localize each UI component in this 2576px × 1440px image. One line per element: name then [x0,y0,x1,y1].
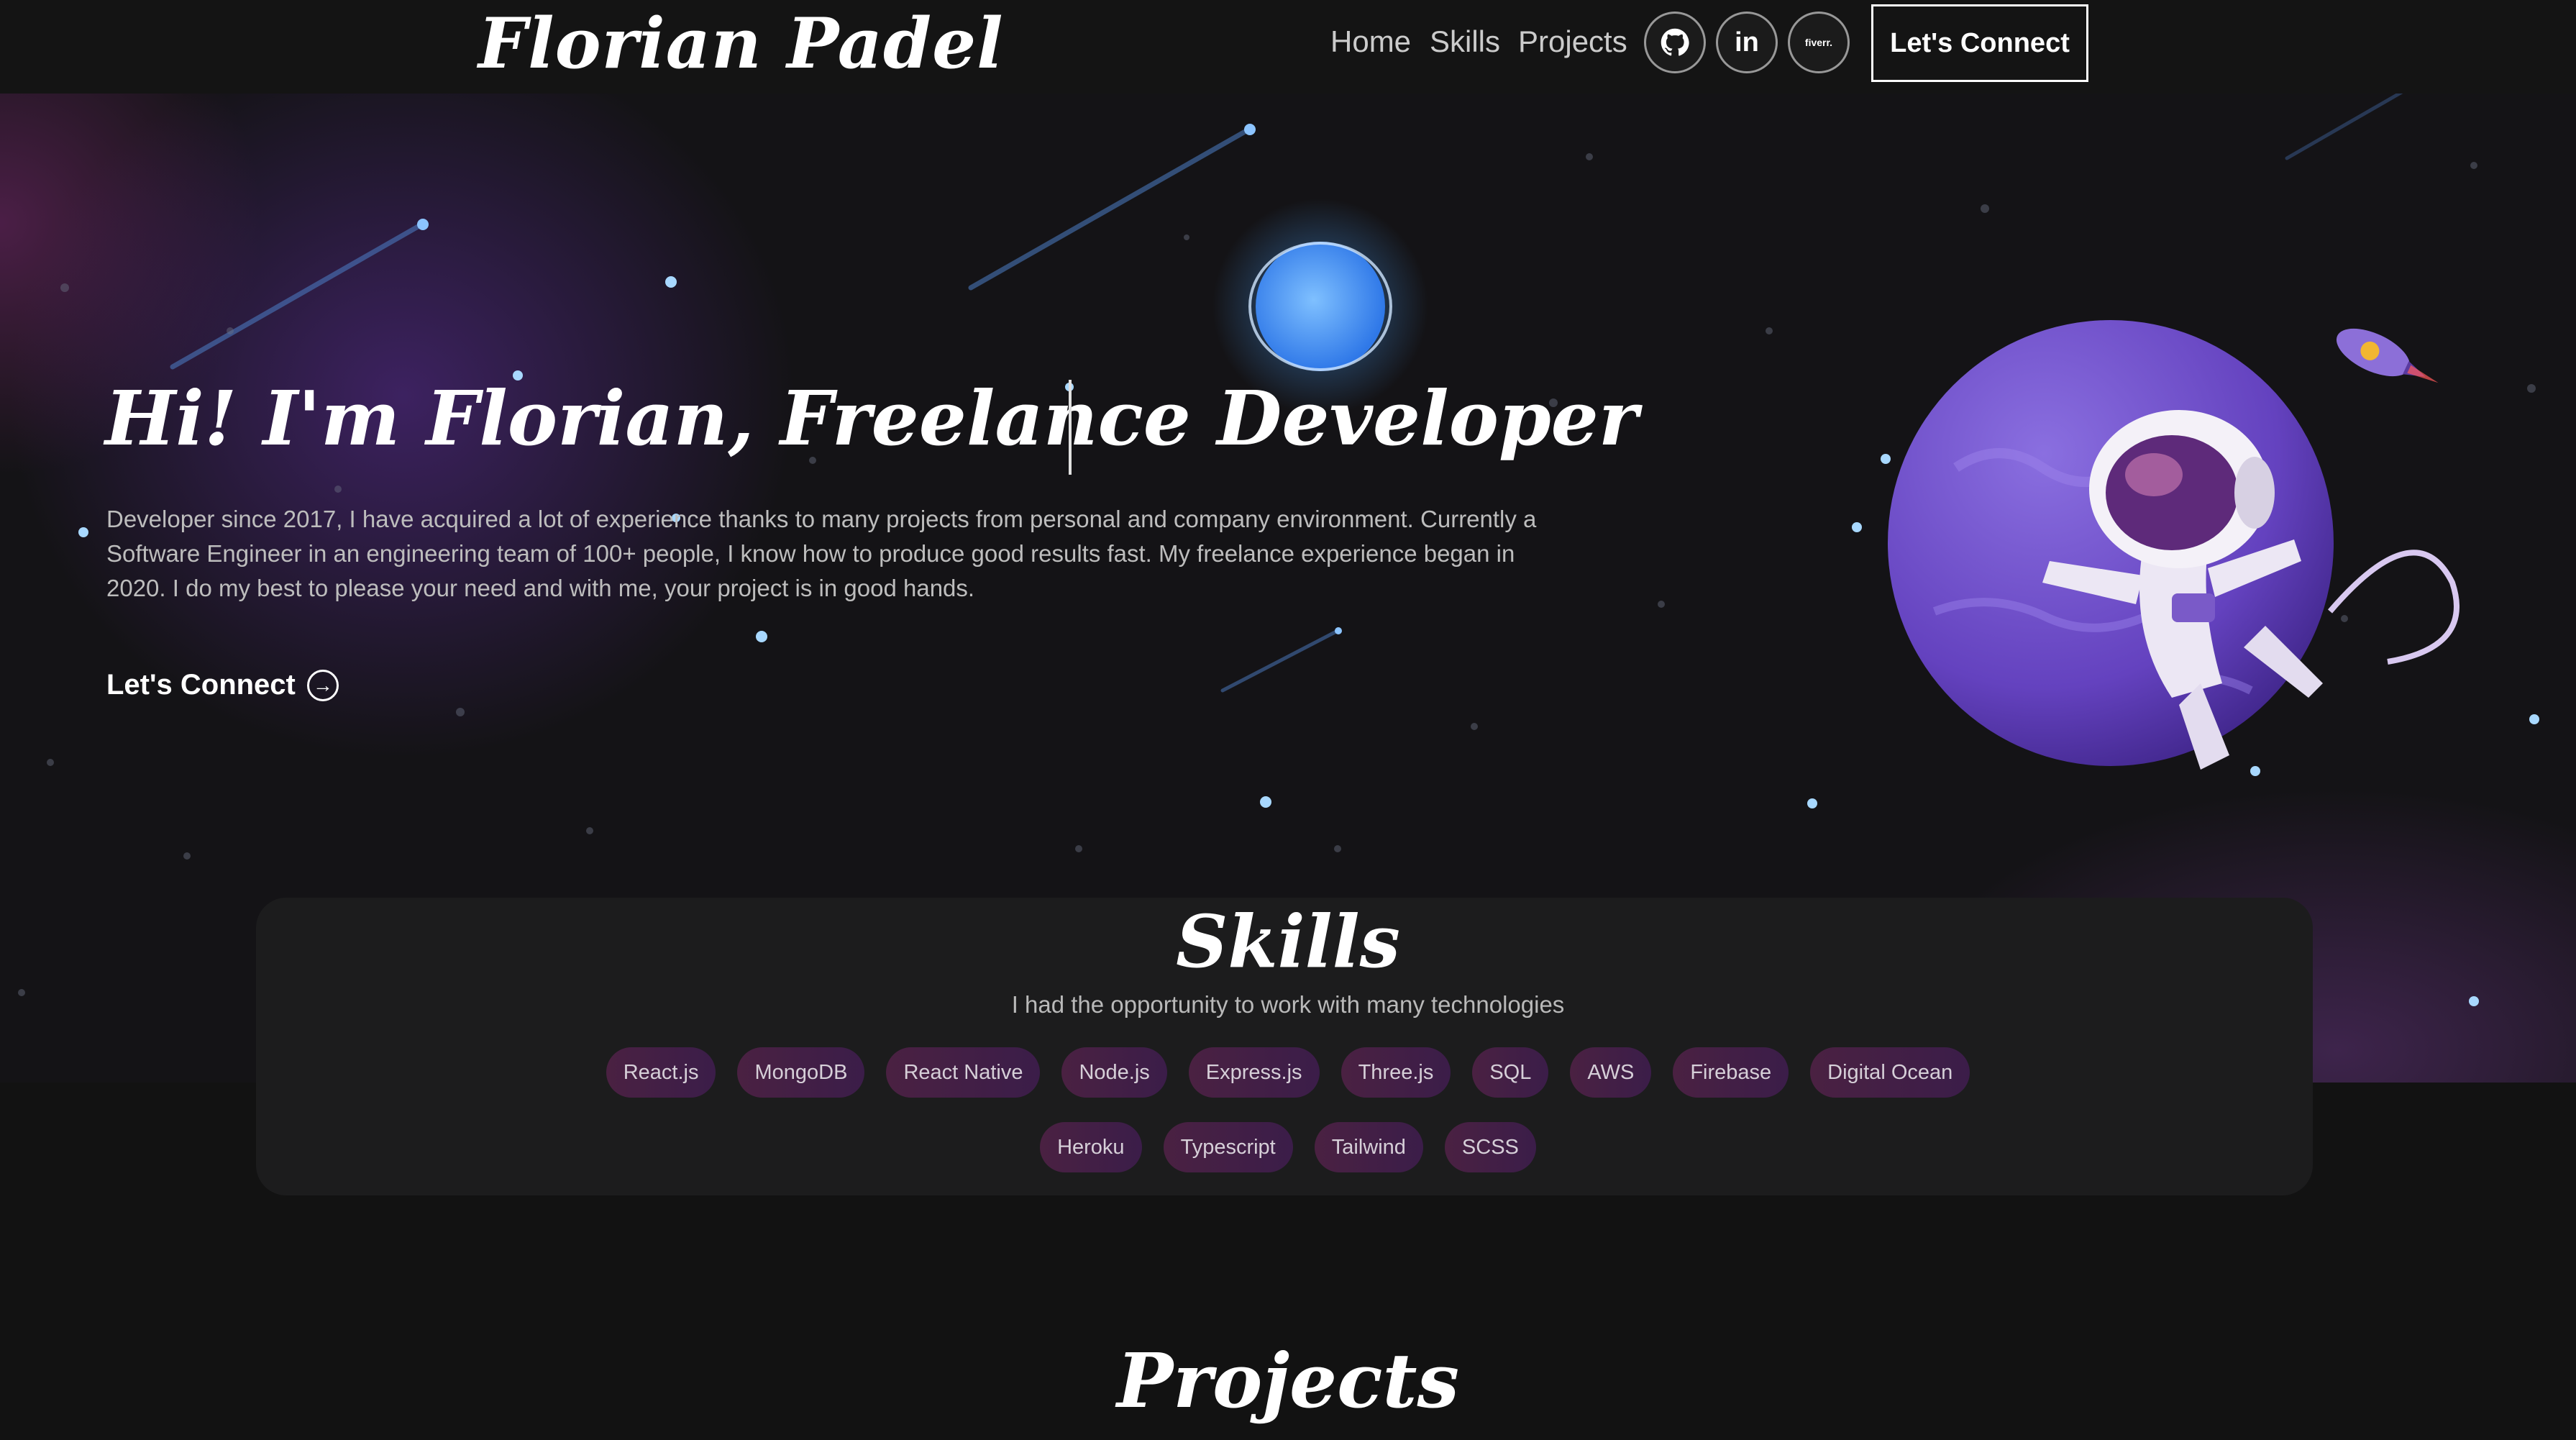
github-link[interactable] [1644,12,1706,73]
skill-chip: Digital Ocean [1810,1047,1970,1098]
hero-description: Developer since 2017, I have acquired a … [106,506,1537,601]
navbar: Florian Padel Home Skills Projects in fi… [0,0,2576,94]
skill-chip: Firebase [1673,1047,1789,1098]
shooting-star [2285,90,2404,160]
skill-chip: Heroku [1040,1122,1142,1172]
hero-title: Hi! I'm Florian, Freelance Developer [105,374,1638,462]
skill-chip: AWS [1570,1047,1652,1098]
skill-chip: Express.js [1188,1047,1320,1098]
github-icon [1661,28,1689,56]
arrow-right-circle-icon: → [306,669,339,701]
shooting-star [170,219,429,370]
skills-title: Skills [1176,899,1400,984]
skill-chip: Node.js [1061,1047,1167,1098]
hero-connect-button[interactable]: Let's Connect → [106,669,339,701]
shooting-star [1220,627,1342,693]
skill-chip: Three.js [1340,1047,1451,1098]
nav-link-skills[interactable]: Skills [1430,24,1500,59]
skill-chip: React.js [606,1047,716,1098]
projects-title: Projects [1116,1336,1460,1425]
skill-chip: Tailwind [1314,1122,1423,1172]
skills-row-2: Heroku Typescript Tailwind SCSS [0,1122,2576,1172]
rocket-icon [2336,328,2439,383]
skills-subtitle: I had the opportunity to work with many … [1011,991,1565,1018]
shooting-star [968,124,1256,291]
skills-row-1: React.js MongoDB React Native Node.js Ex… [0,1047,2576,1098]
nav-link-projects[interactable]: Projects [1518,24,1627,59]
site-logo[interactable]: Florian Padel [478,3,1004,84]
purple-planet [1888,320,2334,766]
astronaut-illustration [1888,320,2459,770]
lets-connect-button[interactable]: Let's Connect [1871,4,2088,82]
skill-chip: MongoDB [737,1047,865,1098]
linkedin-link[interactable]: in [1716,12,1778,73]
skill-chip: SCSS [1444,1122,1536,1172]
skill-chip: Typescript [1163,1122,1293,1172]
fiverr-icon: fiverr. [1804,37,1833,48]
hero-connect-label: Let's Connect [106,669,296,701]
typing-cursor [1069,380,1072,475]
fiverr-link[interactable]: fiverr. [1788,12,1850,73]
linkedin-icon: in [1735,27,1759,58]
nav-link-home[interactable]: Home [1330,24,1411,59]
skill-chip: React Native [886,1047,1041,1098]
skill-chip: SQL [1472,1047,1549,1098]
